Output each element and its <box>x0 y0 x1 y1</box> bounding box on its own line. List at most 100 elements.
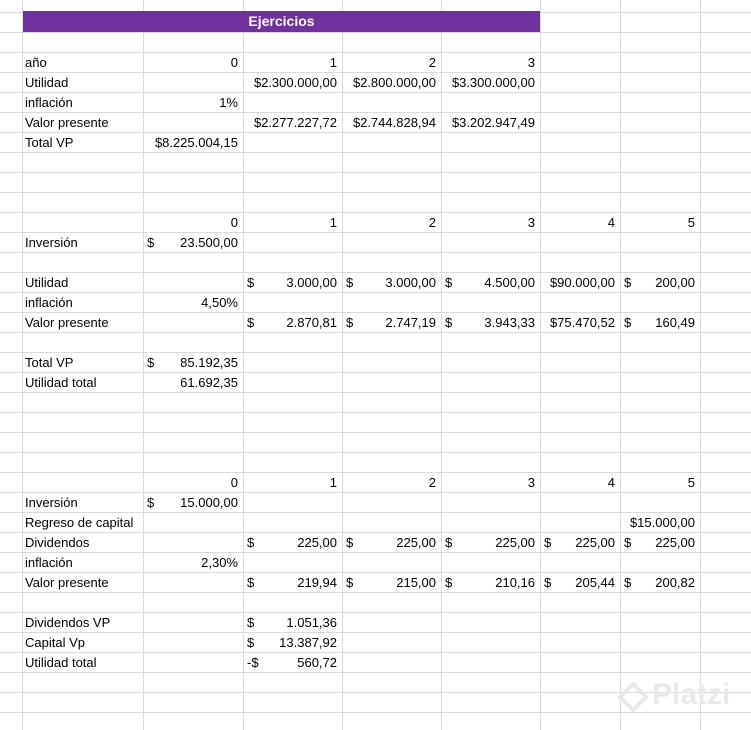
label-text: Capital Vp <box>25 635 85 650</box>
currency-cell[interactable]: $210,16 <box>441 573 540 593</box>
currency-cell[interactable]: $2.747,19 <box>342 313 441 333</box>
currency-cell[interactable]: $3.000,00 <box>243 273 342 293</box>
cell-value: 3.943,33 <box>484 315 535 330</box>
number-cell[interactable]: 3 <box>441 53 540 73</box>
currency-cell[interactable]: $2.300.000,00 <box>243 73 342 93</box>
cell-value: 219,94 <box>297 575 337 590</box>
label-cell[interactable]: Valor presente <box>22 573 146 593</box>
column-gridline <box>540 0 541 730</box>
number-cell[interactable]: 1 <box>243 53 342 73</box>
label-cell[interactable]: Dividendos VP <box>22 613 146 633</box>
label-cell[interactable]: Inversión <box>22 233 146 253</box>
number-cell[interactable]: 0 <box>143 213 243 233</box>
currency-cell[interactable]: $225,00 <box>243 533 342 553</box>
currency-cell[interactable]: $15.000,00 <box>143 493 243 513</box>
label-cell[interactable]: Utilidad <box>22 73 146 93</box>
cell-value: 2 <box>428 55 436 70</box>
currency-cell[interactable]: $200,82 <box>620 573 700 593</box>
label-text: Utilidad total <box>25 375 97 390</box>
cell-value: 3 <box>527 55 535 70</box>
currency-cell[interactable]: -$ 560,72 <box>243 653 342 673</box>
currency-cell[interactable]: $160,49 <box>620 313 700 333</box>
cell-value: 200,82 <box>655 575 695 590</box>
currency-cell[interactable]: $90.000,00 <box>540 273 620 293</box>
number-cell[interactable]: 2 <box>342 213 441 233</box>
currency-cell[interactable]: $1.051,36 <box>243 613 342 633</box>
label-cell[interactable]: Capital Vp <box>22 633 146 653</box>
currency-cell[interactable]: $75.470,52 <box>540 313 620 333</box>
currency-cell[interactable]: $200,00 <box>620 273 700 293</box>
label-cell[interactable]: Regreso de capital <box>22 513 146 533</box>
currency-symbol: -$ <box>247 655 259 670</box>
cell-value: 4 <box>607 215 615 230</box>
number-cell[interactable]: 1 <box>243 473 342 493</box>
platzi-watermark: Platzi <box>652 678 731 711</box>
currency-cell[interactable]: $219,94 <box>243 573 342 593</box>
label-cell[interactable]: Total VP <box>22 353 146 373</box>
currency-cell[interactable]: $205,44 <box>540 573 620 593</box>
currency-symbol: $ <box>445 275 453 290</box>
number-cell[interactable]: 5 <box>620 473 700 493</box>
number-cell[interactable]: 2,30% <box>143 553 243 573</box>
currency-cell[interactable]: $215,00 <box>342 573 441 593</box>
column-gridline <box>441 0 442 730</box>
currency-symbol: $ <box>247 575 255 590</box>
currency-cell[interactable]: $225,00 <box>441 533 540 553</box>
cell-value: 4,50% <box>201 295 238 310</box>
cell-value: 3 <box>527 215 535 230</box>
label-cell[interactable]: inflación <box>22 293 146 313</box>
currency-symbol: $ <box>147 355 155 370</box>
label-text: Valor presente <box>25 575 109 590</box>
number-cell[interactable]: 2 <box>342 53 441 73</box>
currency-cell[interactable]: $15.000,00 <box>620 513 700 533</box>
currency-cell[interactable]: $3.000,00 <box>342 273 441 293</box>
label-cell[interactable]: inflación <box>22 93 146 113</box>
number-cell[interactable]: 1% <box>143 93 243 113</box>
number-cell[interactable]: 3 <box>441 213 540 233</box>
number-cell[interactable]: 4 <box>540 213 620 233</box>
label-cell[interactable]: Inversión <box>22 493 146 513</box>
label-cell[interactable]: Utilidad total <box>22 653 146 673</box>
currency-symbol: $ <box>346 535 354 550</box>
number-cell[interactable]: 61.692,35 <box>143 373 243 393</box>
currency-cell[interactable]: $225,00 <box>342 533 441 553</box>
currency-cell[interactable]: $8.225.004,15 <box>143 133 243 153</box>
number-cell[interactable]: 4,50% <box>143 293 243 313</box>
currency-cell[interactable]: $4.500,00 <box>441 273 540 293</box>
currency-cell[interactable]: $2.800.000,00 <box>342 73 441 93</box>
cell-value: 61.692,35 <box>180 375 238 390</box>
currency-cell[interactable]: $23.500,00 <box>143 233 243 253</box>
label-cell[interactable]: inflación <box>22 553 146 573</box>
spreadsheet-grid[interactable]: año 0 1 2 3 Utilidad $2.300.000,00 $2.800.000,0… <box>0 0 751 730</box>
label-cell[interactable]: Utilidad <box>22 273 146 293</box>
label-cell[interactable]: Dividendos <box>22 533 146 553</box>
number-cell[interactable]: 2 <box>342 473 441 493</box>
label-cell[interactable]: Utilidad total <box>22 373 146 393</box>
column-gridline <box>700 0 701 730</box>
number-cell[interactable]: 0 <box>143 473 243 493</box>
row-gridline <box>0 712 751 713</box>
label-cell[interactable]: Valor presente <box>22 313 146 333</box>
row-gridline <box>0 412 751 413</box>
number-cell[interactable]: 3 <box>441 473 540 493</box>
currency-symbol: $ <box>247 615 255 630</box>
label-cell[interactable]: año <box>22 53 146 73</box>
label-cell[interactable]: Total VP <box>22 133 146 153</box>
label-cell[interactable]: Valor presente <box>22 113 146 133</box>
currency-cell[interactable]: $3.943,33 <box>441 313 540 333</box>
currency-symbol: $ <box>247 275 255 290</box>
currency-cell[interactable]: $3.300.000,00 <box>441 73 540 93</box>
currency-cell[interactable]: $225,00 <box>540 533 620 553</box>
currency-cell[interactable]: $3.202.947,49 <box>441 113 540 133</box>
currency-cell[interactable]: $2.744.828,94 <box>342 113 441 133</box>
currency-cell[interactable]: $225,00 <box>620 533 700 553</box>
number-cell[interactable]: 0 <box>143 53 243 73</box>
number-cell[interactable]: 1 <box>243 213 342 233</box>
currency-cell[interactable]: $13.387,92 <box>243 633 342 653</box>
currency-symbol: $ <box>445 575 453 590</box>
number-cell[interactable]: 4 <box>540 473 620 493</box>
currency-cell[interactable]: $2.870,81 <box>243 313 342 333</box>
currency-cell[interactable]: $2.277.227,72 <box>243 113 342 133</box>
number-cell[interactable]: 5 <box>620 213 700 233</box>
currency-cell[interactable]: $85.192,35 <box>143 353 243 373</box>
